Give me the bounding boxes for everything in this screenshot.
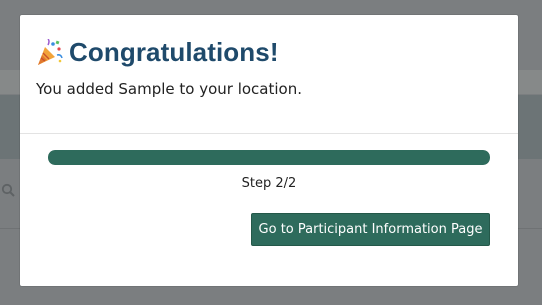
modal-title: Congratulations! [69,37,279,67]
modal-title-row: Congratulations! [35,37,279,68]
progress-bar [48,150,490,165]
progress-bar-fill [48,150,490,165]
go-to-participant-information-button[interactable]: Go to Participant Information Page [251,213,490,246]
modal-message: You added Sample to your location. [36,80,302,98]
modal-header: Congratulations! You added Sample to you… [20,15,518,133]
modal-divider [20,133,518,134]
step-indicator: Step 2/2 [241,176,297,191]
party-popper-icon [38,38,63,65]
search-icon [1,183,15,197]
congratulations-modal: Congratulations! You added Sample to you… [20,15,518,286]
